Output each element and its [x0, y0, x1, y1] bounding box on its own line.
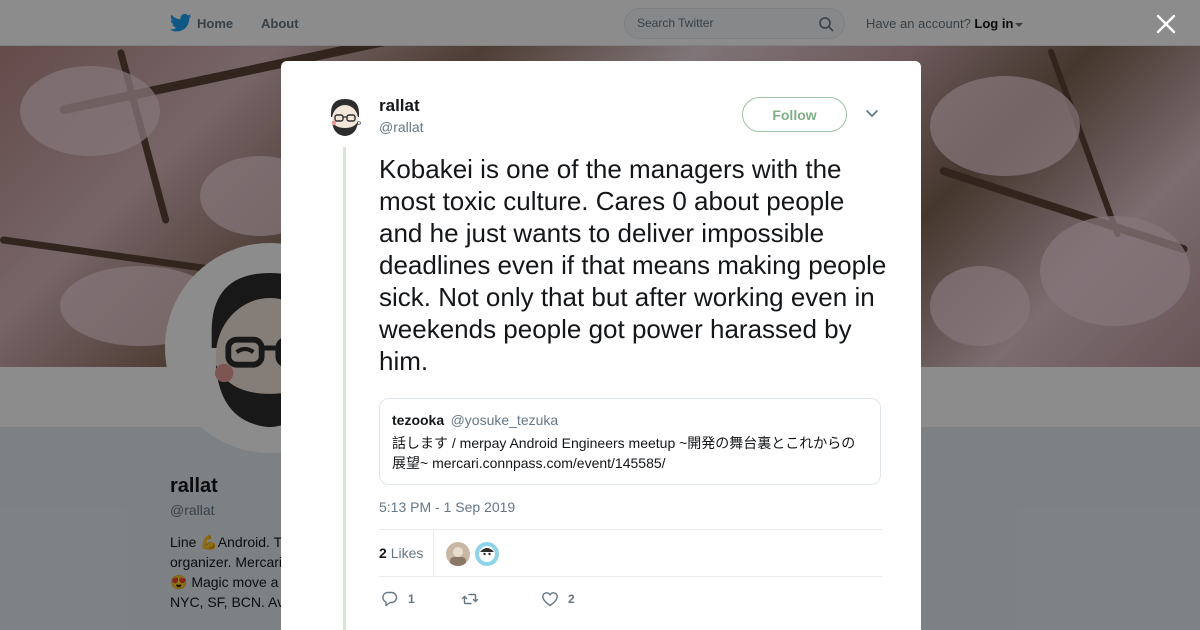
quoted-tweet-text: 話します / merpay Android Engineers meetup ~… — [392, 435, 856, 471]
tweet-timestamp[interactable]: 5:13 PM - 1 Sep 2019 — [379, 499, 515, 515]
quoted-author-handle: @yosuke_tezuka — [450, 412, 559, 428]
reply-icon — [382, 591, 398, 607]
chevron-down-icon[interactable] — [865, 109, 879, 119]
likes-label: Likes — [390, 545, 424, 561]
follow-button[interactable]: Follow — [742, 97, 847, 132]
reply-count: 1 — [408, 592, 415, 606]
liker-avatar[interactable] — [446, 542, 470, 566]
tweet-text: Kobakei is one of the managers with the … — [379, 154, 887, 376]
liker-avatar-image — [446, 542, 470, 566]
close-icon[interactable] — [1155, 13, 1177, 35]
retweet-icon — [461, 593, 479, 605]
quoted-tweet[interactable]: tezooka @yosuke_tezuka 話します / merpay And… — [379, 398, 881, 485]
author-avatar[interactable] — [321, 93, 369, 141]
like-action[interactable]: 2 — [541, 589, 575, 609]
author-name[interactable]: rallat — [379, 96, 420, 116]
liker-avatar[interactable] — [475, 542, 499, 566]
retweet-action[interactable] — [461, 589, 488, 609]
likes-stat[interactable]: 2 Likes — [379, 545, 423, 561]
reply-action[interactable]: 1 — [381, 589, 415, 609]
quoted-author-name: tezooka — [392, 412, 445, 428]
heart-icon — [542, 592, 558, 607]
like-count: 2 — [568, 592, 575, 606]
author-avatar-illustration — [321, 93, 369, 141]
liker-avatar-image — [475, 542, 499, 566]
author-handle[interactable]: @rallat — [379, 119, 424, 135]
stats-divider — [433, 530, 434, 577]
likes-count: 2 — [379, 545, 387, 561]
tweet-actions: 1 2 — [379, 589, 882, 609]
tweet-stats: 2 Likes — [379, 529, 882, 577]
tweet-modal: rallat @rallat Follow Kobakei is one of … — [281, 61, 921, 630]
thread-line — [343, 147, 346, 630]
